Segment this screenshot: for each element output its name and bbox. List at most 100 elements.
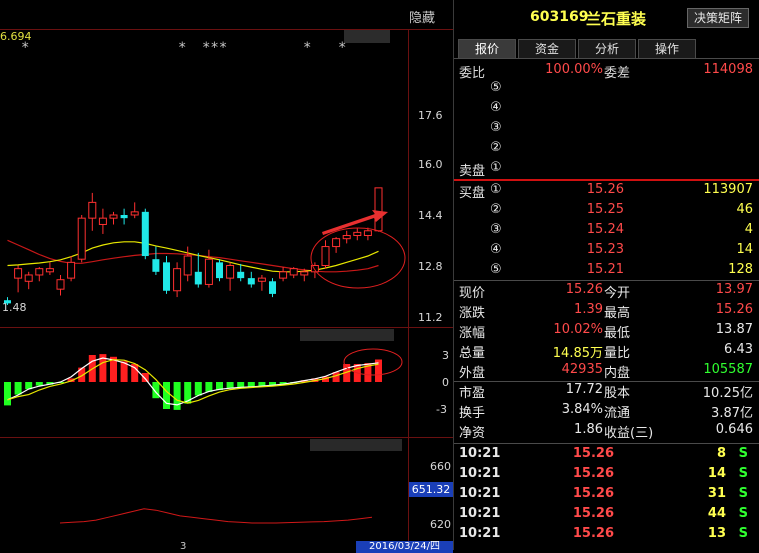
macd-tick: 3 xyxy=(442,349,449,362)
buy-level-index: ⑤ xyxy=(490,262,502,277)
macd-tick: -3 xyxy=(436,403,447,416)
sell-level-label: 卖盘 xyxy=(459,164,486,179)
tick-price: 15.26 xyxy=(572,446,614,461)
weibi-label: 委比 xyxy=(459,66,486,81)
tick-side: S xyxy=(738,506,748,521)
macd-bar xyxy=(141,373,149,382)
candle-body xyxy=(173,268,182,292)
section-divider xyxy=(454,280,759,281)
macd-highlight-ellipse xyxy=(343,348,403,376)
tick-price: 15.26 xyxy=(572,466,614,481)
stat-value: 1.86 xyxy=(574,422,603,437)
candle-body xyxy=(194,271,202,285)
candle-body xyxy=(35,268,44,276)
buy-level-index: ② xyxy=(490,202,502,217)
stock-name: 兰石重装 xyxy=(586,10,647,28)
decision-matrix-button[interactable]: 决策矩阵 xyxy=(687,8,749,28)
tick-side: S xyxy=(738,486,748,501)
candle-body xyxy=(237,271,245,279)
candle-body xyxy=(216,262,223,279)
candle-body xyxy=(98,217,107,225)
stat-value: 6.43 xyxy=(724,342,753,357)
macd-bar xyxy=(14,382,22,395)
tick-side: S xyxy=(738,466,748,481)
tick-time: 10:21 xyxy=(459,466,501,481)
candle-body xyxy=(152,259,160,272)
weibi-row: 委比 100.00% 委差 114098 xyxy=(454,60,759,81)
sell-level-index: ⑤ xyxy=(490,80,502,95)
tick-volume: 31 xyxy=(707,486,726,501)
stat-label: 现价 xyxy=(459,286,486,301)
stat-label: 内盘 xyxy=(604,366,631,381)
vol-current-value: 651.32 xyxy=(409,482,453,497)
weibi-value: 100.00% xyxy=(545,62,603,77)
candle-body xyxy=(4,300,11,304)
candle-body xyxy=(120,215,128,219)
stat-value: 3.84% xyxy=(561,402,603,417)
candle-body xyxy=(163,262,170,291)
stat-label: 市盈 xyxy=(459,386,486,401)
candle-body xyxy=(289,268,298,276)
panel-header: 603169 兰石重装 决策矩阵 xyxy=(454,0,759,34)
stat-value: 1.39 xyxy=(574,302,603,317)
price-tick: 17.6 xyxy=(418,109,443,122)
macd-bar xyxy=(194,382,202,396)
candle-body xyxy=(130,211,139,216)
vol-tick: 660 xyxy=(430,460,451,473)
macd-bar xyxy=(226,382,234,389)
candle-body xyxy=(353,231,362,237)
price-tick: 11.2 xyxy=(418,311,443,324)
buy-level-label: 买盘 xyxy=(459,186,486,201)
macd-bar xyxy=(4,382,11,406)
stat-label: 换手 xyxy=(459,406,486,421)
candle-body xyxy=(363,230,372,237)
stat-label: 量比 xyxy=(604,346,631,361)
tick-volume: 13 xyxy=(707,526,726,541)
kline-chart-area[interactable]: 隐藏 6.694 * * *** * * 17.6 16.0 14.4 12.8… xyxy=(0,0,453,553)
weicha-value: 114098 xyxy=(703,62,753,77)
stat-label: 总量 xyxy=(459,346,486,361)
stat-label: 外盘 xyxy=(459,366,486,381)
price-tick: 14.4 xyxy=(418,209,443,222)
stat-label: 涨跌 xyxy=(459,306,486,321)
stat-label: 收益(三) xyxy=(604,426,654,441)
candle-body xyxy=(45,268,54,273)
tab-analysis[interactable]: 分析 xyxy=(578,39,636,59)
stat-value: 17.72 xyxy=(565,382,603,397)
axis-separator xyxy=(408,29,409,550)
candle-body xyxy=(204,258,213,285)
hide-button[interactable]: 隐藏 xyxy=(409,7,435,26)
tick-price: 15.26 xyxy=(572,506,614,521)
vol-indicator-line xyxy=(59,508,373,524)
tick-side: S xyxy=(738,526,748,541)
buy-level-index: ④ xyxy=(490,242,502,257)
macd-bar xyxy=(163,382,170,409)
candle-body xyxy=(269,281,276,294)
stat-value: 13.97 xyxy=(715,282,753,297)
sell-level-index: ④ xyxy=(490,100,502,115)
candle-body xyxy=(332,238,341,248)
stat-label: 最高 xyxy=(604,306,631,321)
candle-body xyxy=(109,214,118,219)
buy-price: 15.26 xyxy=(586,182,624,197)
candle-body xyxy=(279,271,288,279)
candle-body xyxy=(141,211,149,257)
tab-fund[interactable]: 资金 xyxy=(518,39,576,59)
stat-label: 最低 xyxy=(604,326,631,341)
stat-value: 105587 xyxy=(703,362,753,377)
quote-panel: 603169 兰石重装 决策矩阵 报价 资金 分析 操作 委比 100.00% … xyxy=(453,0,759,550)
sell-level-index: ② xyxy=(490,140,502,155)
buy-price: 15.21 xyxy=(586,262,624,277)
candle-body xyxy=(226,265,235,279)
stat-value: 3.87亿 xyxy=(711,406,753,421)
tick-price: 15.26 xyxy=(572,486,614,501)
tab-operation[interactable]: 操作 xyxy=(638,39,696,59)
tick-price: 15.26 xyxy=(572,526,614,541)
tab-quote[interactable]: 报价 xyxy=(458,39,516,59)
stat-value: 42935 xyxy=(561,362,603,377)
candle-body xyxy=(56,279,65,290)
tick-time: 10:21 xyxy=(459,446,501,461)
candle-body xyxy=(77,217,86,260)
price-tick: 12.8 xyxy=(418,260,443,273)
buy-volume: 128 xyxy=(728,262,753,277)
